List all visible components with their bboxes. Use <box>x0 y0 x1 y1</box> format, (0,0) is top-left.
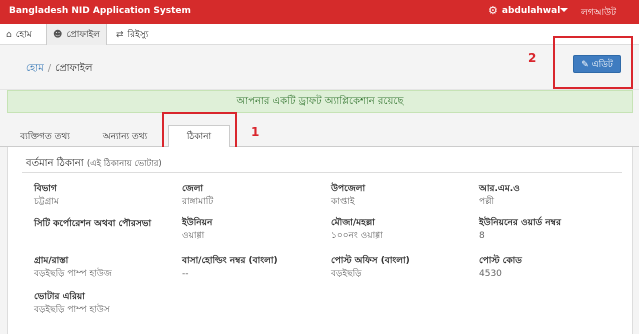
field-value: ওয়াগ্গা <box>182 231 205 241</box>
nav-tab-label: প্রোফাইল <box>66 30 100 40</box>
breadcrumb: হোম / প্রোফাইল <box>26 61 92 78</box>
field-city-corporation: সিটি কর্পোরেশন অথবা পৌরসভা <box>34 218 154 233</box>
chevron-down-icon[interactable] <box>560 8 568 12</box>
field-label: সিটি কর্পোরেশন অথবা পৌরসভা <box>34 219 152 229</box>
gear-icon: ⚙ <box>488 4 498 17</box>
field-value: বড়ইছড়ি পাম্প হাউস <box>34 305 110 315</box>
nav-tab-label: রিইস্যু <box>127 30 149 40</box>
breadcrumb-separator: / <box>47 63 52 74</box>
field-union: ইউনিয়ন ওয়াগ্গা <box>182 218 212 242</box>
top-navbar: Bangladesh NID Application System ⚙ abdu… <box>0 0 639 24</box>
nav-tab-home[interactable]: ⌂ হোম <box>6 24 32 45</box>
user-menu[interactable]: ⚙ abdulahwal <box>488 5 560 16</box>
nav-tab-reissue[interactable]: ⇄ রিইস্যু <box>116 24 148 45</box>
home-icon: ⌂ <box>6 29 12 40</box>
field-value: কাপ্তাই <box>331 197 355 207</box>
field-district: জেলা রাঙ্গামাটি <box>182 184 213 208</box>
field-label: ইউনিয়ন <box>182 218 213 228</box>
page-header: হোম / প্রোফাইল <box>0 45 639 90</box>
field-value: 4530 <box>479 269 502 279</box>
user-icon: ☻ <box>53 29 63 40</box>
field-value: রাঙ্গামাটি <box>182 197 214 207</box>
field-upazila: উপজেলা কাপ্তাই <box>331 184 365 208</box>
field-label: বাসা/হোল্ডিং নম্বর (বাংলা) <box>182 256 278 266</box>
annotation-number-1: 1 <box>251 125 260 139</box>
field-house-holding-number: বাসা/হোল্ডিং নম্বর (বাংলা) -- <box>182 256 278 280</box>
field-label: পোস্ট অফিস (বাংলা) <box>331 256 410 266</box>
field-division: বিভাগ চট্টগ্রাম <box>34 184 59 208</box>
field-village-road: গ্রাম/রাস্তা বড়ইছড়ি পাম্প হাউজ <box>34 256 112 280</box>
field-mouza: মৌজা/মহল্লা ১০০নং ওয়াগ্গা <box>331 218 383 242</box>
field-value: চট্টগ্রাম <box>34 197 59 207</box>
field-value: বড়ইছড়ি <box>331 269 362 279</box>
field-label: ইউনিয়নের ওয়ার্ড নম্বর <box>479 218 561 228</box>
field-value: বড়ইছড়ি পাম্প হাউজ <box>34 269 112 279</box>
tab-personal-info[interactable]: ব্যক্তিগত তথ্য <box>8 125 82 147</box>
field-label: জেলা <box>182 184 204 194</box>
field-label: গ্রাম/রাস্তা <box>34 256 69 266</box>
draft-alert: আপনার একটি ড্রাফট অ্যাপ্লিকেশান রয়েছে <box>7 90 633 113</box>
main-nav: ⌂ হোম ☻ প্রোফাইল ⇄ রিইস্যু <box>0 24 639 45</box>
field-label: বিভাগ <box>34 184 57 194</box>
field-label: পোস্ট কোড <box>479 256 522 266</box>
reissue-icon: ⇄ <box>116 29 124 40</box>
app-title[interactable]: Bangladesh NID Application System <box>9 6 191 16</box>
section-title-note: (এই ঠিকানায় ভোটার) <box>86 159 162 169</box>
field-post-office: পোস্ট অফিস (বাংলা) বড়ইছড়ি <box>331 256 410 280</box>
nav-tab-label: হোম <box>15 30 32 40</box>
field-label: ভোটার এরিয়া <box>34 292 85 302</box>
field-rmo: আর.এম.ও পল্লী <box>479 184 520 208</box>
username[interactable]: abdulahwal <box>502 6 560 16</box>
section-divider <box>22 172 622 173</box>
breadcrumb-current: প্রোফাইল <box>55 63 93 74</box>
edit-highlight-box <box>553 36 633 89</box>
field-value: ১০০নং ওয়াগ্গা <box>331 231 383 241</box>
profile-tabs: ব্যক্তিগত তথ্য অন্যান্য তথ্য ঠিকানা <box>0 121 639 148</box>
field-value: -- <box>182 269 189 279</box>
tab-other-info[interactable]: অন্যান্য তথ্য <box>92 125 158 147</box>
field-post-code: পোস্ট কোড 4530 <box>479 256 522 280</box>
logout-link[interactable]: লগআউট <box>581 5 616 20</box>
field-value: 8 <box>479 231 485 241</box>
annotation-number-2: 2 <box>528 51 537 65</box>
field-label: মৌজা/মহল্লা <box>331 218 375 228</box>
section-title: বর্তমান ঠিকানা (এই ঠিকানায় ভোটার) <box>26 156 162 173</box>
breadcrumb-home-link[interactable]: হোম <box>26 63 44 74</box>
field-value: পল্লী <box>479 197 495 207</box>
field-label: আর.এম.ও <box>479 184 520 194</box>
section-title-text: বর্তমান ঠিকানা <box>26 158 84 169</box>
field-ward-number: ইউনিয়নের ওয়ার্ড নম্বর 8 <box>479 218 561 242</box>
nav-tab-profile[interactable]: ☻ প্রোফাইল <box>46 24 107 45</box>
field-voter-area: ভোটার এরিয়া বড়ইছড়ি পাম্প হাউস <box>34 292 110 316</box>
field-label: উপজেলা <box>331 184 366 194</box>
